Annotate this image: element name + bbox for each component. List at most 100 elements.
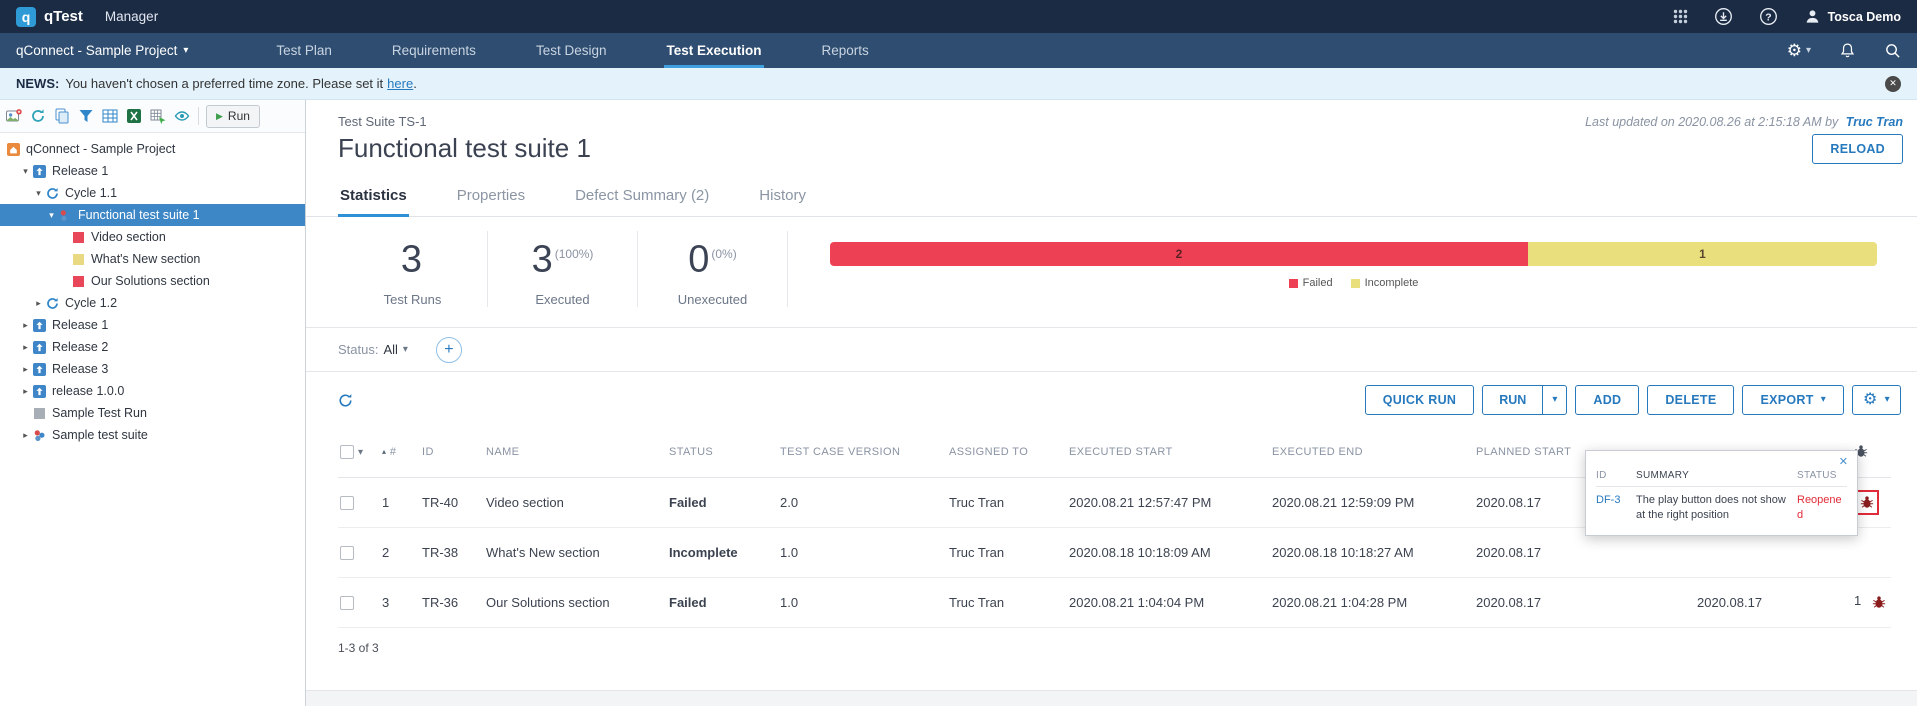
nav-tab-reports[interactable]: Reports [820, 33, 871, 68]
news-close-icon[interactable]: ✕ [1885, 76, 1901, 92]
run-button[interactable]: RUN [1483, 386, 1542, 414]
nav-tab-requirements[interactable]: Requirements [390, 33, 478, 68]
apps-grid-icon[interactable] [1673, 9, 1688, 24]
sort-asc-icon: ▴ [382, 447, 386, 456]
excel-export-icon[interactable] [125, 107, 143, 125]
col-header-assigned-to[interactable]: ASSIGNED TO [949, 428, 1069, 477]
help-icon[interactable]: ? [1759, 7, 1778, 26]
row-checkbox[interactable] [340, 496, 354, 510]
expand-arrow-icon[interactable]: ▸ [19, 364, 32, 375]
defect-id-link[interactable]: DF-3 [1596, 494, 1620, 506]
tree-node-what-s-new-section[interactable]: What's New section [0, 248, 305, 270]
reload-button[interactable]: RELOAD [1812, 134, 1903, 164]
refresh-icon[interactable] [338, 393, 353, 408]
expand-arrow-icon[interactable]: ▸ [19, 320, 32, 331]
test-run-name: What's New section [486, 527, 669, 577]
statistics-section: 3Test Runs3(100%)Executed0(0%)Unexecuted… [306, 217, 1917, 328]
export-grid-icon[interactable] [149, 107, 167, 125]
eye-icon[interactable] [173, 107, 191, 125]
legend-swatch [1289, 279, 1298, 288]
stat-value: 3 [401, 239, 422, 281]
collapse-arrow-icon[interactable]: ▾ [45, 210, 58, 221]
add-filter-button[interactable]: + [436, 337, 462, 363]
timezone-link[interactable]: here [387, 76, 413, 91]
tree-node-qconnect-sample-project[interactable]: qConnect - Sample Project [0, 138, 305, 160]
export-button[interactable]: EXPORT ▾ [1742, 385, 1844, 415]
test-run-id-link[interactable]: TR-40 [422, 477, 486, 527]
expand-arrow-icon[interactable]: ▸ [19, 386, 32, 397]
executed-end: 2020.08.21 1:04:28 PM [1272, 577, 1476, 627]
tree-node-release-1[interactable]: ▸Release 1 [0, 314, 305, 336]
news-message: You haven't chosen a preferred time zone… [65, 76, 383, 91]
release-icon [32, 385, 47, 398]
col-header-test-case-version[interactable]: TEST CASE VERSION [780, 428, 949, 477]
nav-tab-test-design[interactable]: Test Design [534, 33, 609, 68]
notifications-bell-icon[interactable] [1839, 42, 1856, 59]
select-menu-caret-icon[interactable]: ▾ [358, 447, 363, 458]
documents-icon[interactable] [53, 107, 71, 125]
tab-statistics[interactable]: Statistics [338, 178, 409, 217]
datagrid-icon[interactable] [101, 107, 119, 125]
quick-run-button[interactable]: QUICK RUN [1365, 385, 1475, 415]
stat-label: Test Runs [348, 292, 477, 307]
col-header-name[interactable]: NAME [486, 428, 669, 477]
tab-defect-summary-2[interactable]: Defect Summary (2) [573, 178, 711, 217]
col-header-num[interactable]: ▴ # [382, 428, 422, 477]
expand-arrow-icon[interactable]: ▸ [32, 298, 45, 309]
user-menu[interactable]: Tosca Demo [1804, 8, 1901, 25]
tree-node-release-2[interactable]: ▸Release 2 [0, 336, 305, 358]
tree-node-sample-test-suite[interactable]: ▸Sample test suite [0, 424, 305, 446]
expand-arrow-icon[interactable]: ▸ [19, 342, 32, 353]
tree-node-cycle-1-2[interactable]: ▸Cycle 1.2 [0, 292, 305, 314]
tree-node-release-3[interactable]: ▸Release 3 [0, 358, 305, 380]
col-header-status[interactable]: STATUS [669, 428, 780, 477]
download-icon[interactable] [1714, 7, 1733, 26]
defects-cell[interactable] [1854, 477, 1891, 527]
legend-label: Failed [1303, 277, 1333, 289]
defects-column-header[interactable] [1854, 428, 1891, 477]
snapshot-icon[interactable] [5, 107, 23, 125]
add-button[interactable]: ADD [1575, 385, 1639, 415]
sync-icon[interactable] [29, 107, 47, 125]
search-icon[interactable] [1884, 42, 1901, 59]
tree-node-sample-test-run[interactable]: Sample Test Run [0, 402, 305, 424]
qtest-logo-icon[interactable]: q [16, 7, 36, 27]
tree-node-release-1-0-0[interactable]: ▸release 1.0.0 [0, 380, 305, 402]
run-button-sidebar[interactable]: ▶ Run [206, 105, 260, 128]
col-header-executed-end[interactable]: EXECUTED END [1272, 428, 1476, 477]
test-run-id-link[interactable]: TR-38 [422, 527, 486, 577]
col-header-executed-start[interactable]: EXECUTED START [1069, 428, 1272, 477]
nav-tab-test-execution[interactable]: Test Execution [664, 33, 763, 68]
tab-history[interactable]: History [757, 178, 808, 217]
collapse-arrow-icon[interactable]: ▾ [19, 166, 32, 177]
popup-close-icon[interactable]: ✕ [1839, 455, 1848, 468]
bug-icon[interactable] [1866, 590, 1891, 615]
tree-node-functional-test-suite-1[interactable]: ▾Functional test suite 1 [0, 204, 305, 226]
last-updated-user-link[interactable]: Truc Tran [1846, 115, 1903, 129]
stat-label: Executed [498, 292, 627, 307]
col-header-id[interactable]: ID [422, 428, 486, 477]
tree-node-our-solutions-section[interactable]: Our Solutions section [0, 270, 305, 292]
tree-node-label: qConnect - Sample Project [26, 142, 175, 156]
executed-end: 2020.08.18 10:18:27 AM [1272, 527, 1476, 577]
run-dropdown-caret[interactable]: ▾ [1542, 386, 1566, 414]
settings-menu[interactable]: ⚙ ▾ [1787, 42, 1811, 59]
test-run-id-link[interactable]: TR-36 [422, 577, 486, 627]
grid-settings-button[interactable]: ⚙ ▾ [1852, 385, 1901, 415]
collapse-arrow-icon[interactable]: ▾ [32, 188, 45, 199]
status-filter-dropdown[interactable]: All ▾ [383, 342, 407, 357]
tree-node-release-1[interactable]: ▾Release 1 [0, 160, 305, 182]
tab-properties[interactable]: Properties [455, 178, 527, 217]
stat-unexecuted: 0(0%)Unexecuted [638, 231, 788, 307]
project-selector[interactable]: qConnect - Sample Project ▾ [16, 43, 188, 58]
tree-node-video-section[interactable]: Video section [0, 226, 305, 248]
row-checkbox[interactable] [340, 546, 354, 560]
expand-arrow-icon[interactable]: ▸ [19, 430, 32, 441]
tree-node-cycle-1-1[interactable]: ▾Cycle 1.1 [0, 182, 305, 204]
row-checkbox[interactable] [340, 596, 354, 610]
delete-button[interactable]: DELETE [1647, 385, 1734, 415]
select-all-checkbox[interactable] [340, 445, 354, 459]
nav-tab-test-plan[interactable]: Test Plan [274, 33, 334, 68]
filter-icon[interactable] [77, 107, 95, 125]
defects-cell[interactable]: 1 [1854, 577, 1891, 627]
